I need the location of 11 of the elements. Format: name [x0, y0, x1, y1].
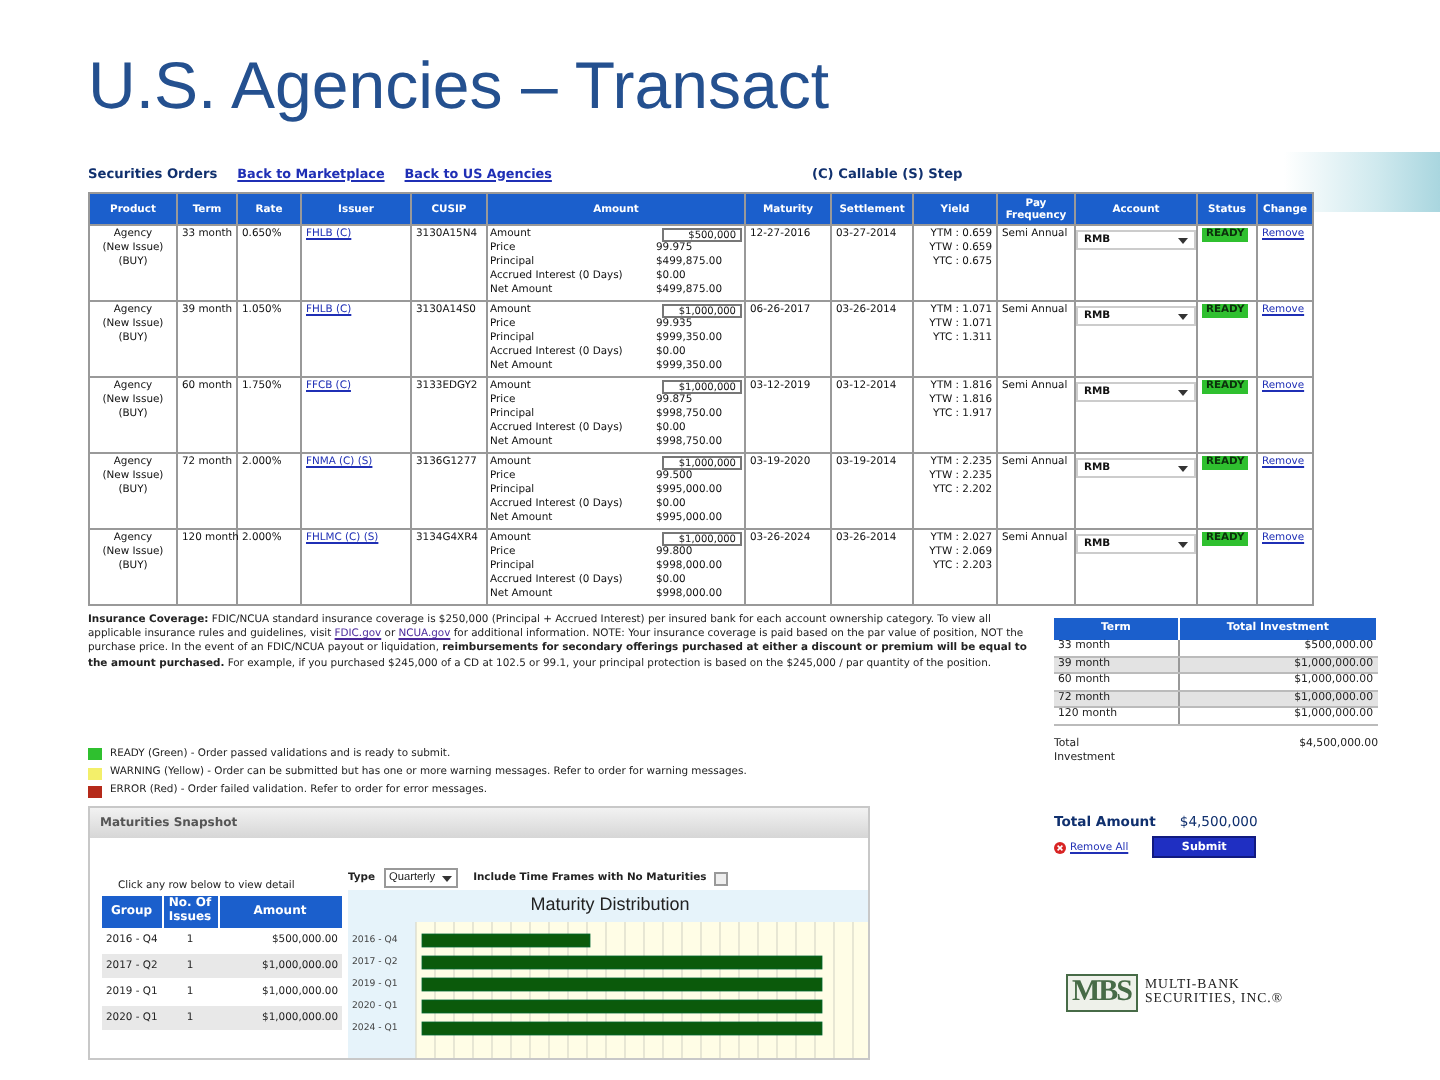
caret-icon: [1178, 237, 1188, 243]
checkbox[interactable]: [714, 871, 729, 886]
caret-icon: [1178, 541, 1188, 547]
caret-icon: [1178, 389, 1188, 395]
slide-title: U.S. Agencies – Transact: [88, 46, 830, 126]
caret-icon: [1178, 313, 1188, 319]
remove-icon: [1054, 841, 1066, 854]
caret-icon: [1178, 465, 1188, 471]
caret-icon: [441, 875, 452, 882]
chart-title: Maturity Distribution: [528, 892, 692, 919]
logo-monogram: MBS: [1066, 974, 1138, 1013]
